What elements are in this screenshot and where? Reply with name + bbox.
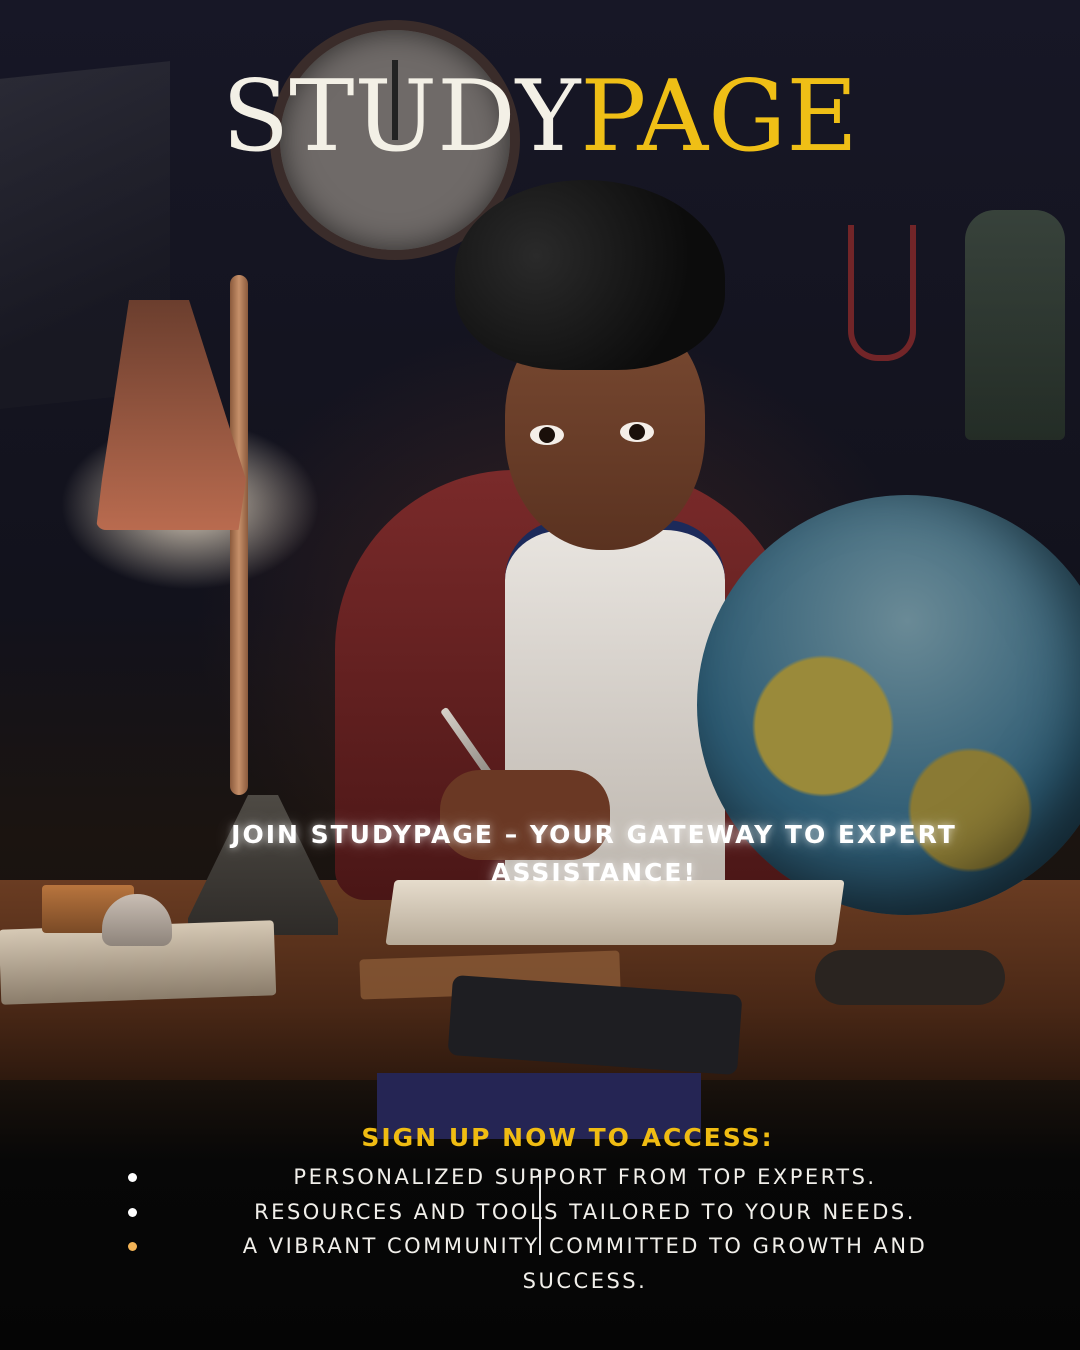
headline: JOIN STUDYPAGE – YOUR GATEWAY TO EXPERT … xyxy=(231,820,957,887)
globe-stand xyxy=(815,950,1005,1005)
signup-heading: SIGN UP NOW TO ACCESS: xyxy=(361,1123,774,1152)
benefit-item: A VIBRANT COMMUNITY COMMITTED TO GROWTH … xyxy=(128,1229,970,1298)
wall-decor xyxy=(965,210,1065,440)
text-cursor xyxy=(539,1170,541,1255)
benefit-text: RESOURCES AND TOOLS TAILORED TO YOUR NEE… xyxy=(254,1199,916,1224)
student-hair xyxy=(455,180,725,370)
brand-title-page: PAGE xyxy=(580,60,858,174)
bullet-icon xyxy=(128,1242,137,1251)
wall-hanger-icon xyxy=(848,225,916,361)
benefits-list: PERSONALIZED SUPPORT FROM TOP EXPERTS. R… xyxy=(128,1160,970,1298)
benefit-text: PERSONALIZED SUPPORT FROM TOP EXPERTS. xyxy=(293,1165,877,1189)
student-eye xyxy=(620,422,654,442)
brand-title-study: STUDY xyxy=(222,60,581,174)
bullet-icon xyxy=(128,1173,137,1182)
bullet-icon xyxy=(128,1207,137,1217)
brand-title: STUDYPAGE xyxy=(0,62,1080,172)
benefit-item: PERSONALIZED SUPPORT FROM TOP EXPERTS. xyxy=(128,1160,970,1195)
benefit-text: A VIBRANT COMMUNITY COMMITTED TO GROWTH … xyxy=(242,1234,928,1293)
lamp-arm xyxy=(230,275,248,795)
poster: STUDYPAGE JOIN STUDYPAGE – YOUR GATEWAY … xyxy=(0,0,1080,1350)
benefit-item: RESOURCES AND TOOLS TAILORED TO YOUR NEE… xyxy=(128,1195,970,1230)
student-eye xyxy=(530,425,564,445)
